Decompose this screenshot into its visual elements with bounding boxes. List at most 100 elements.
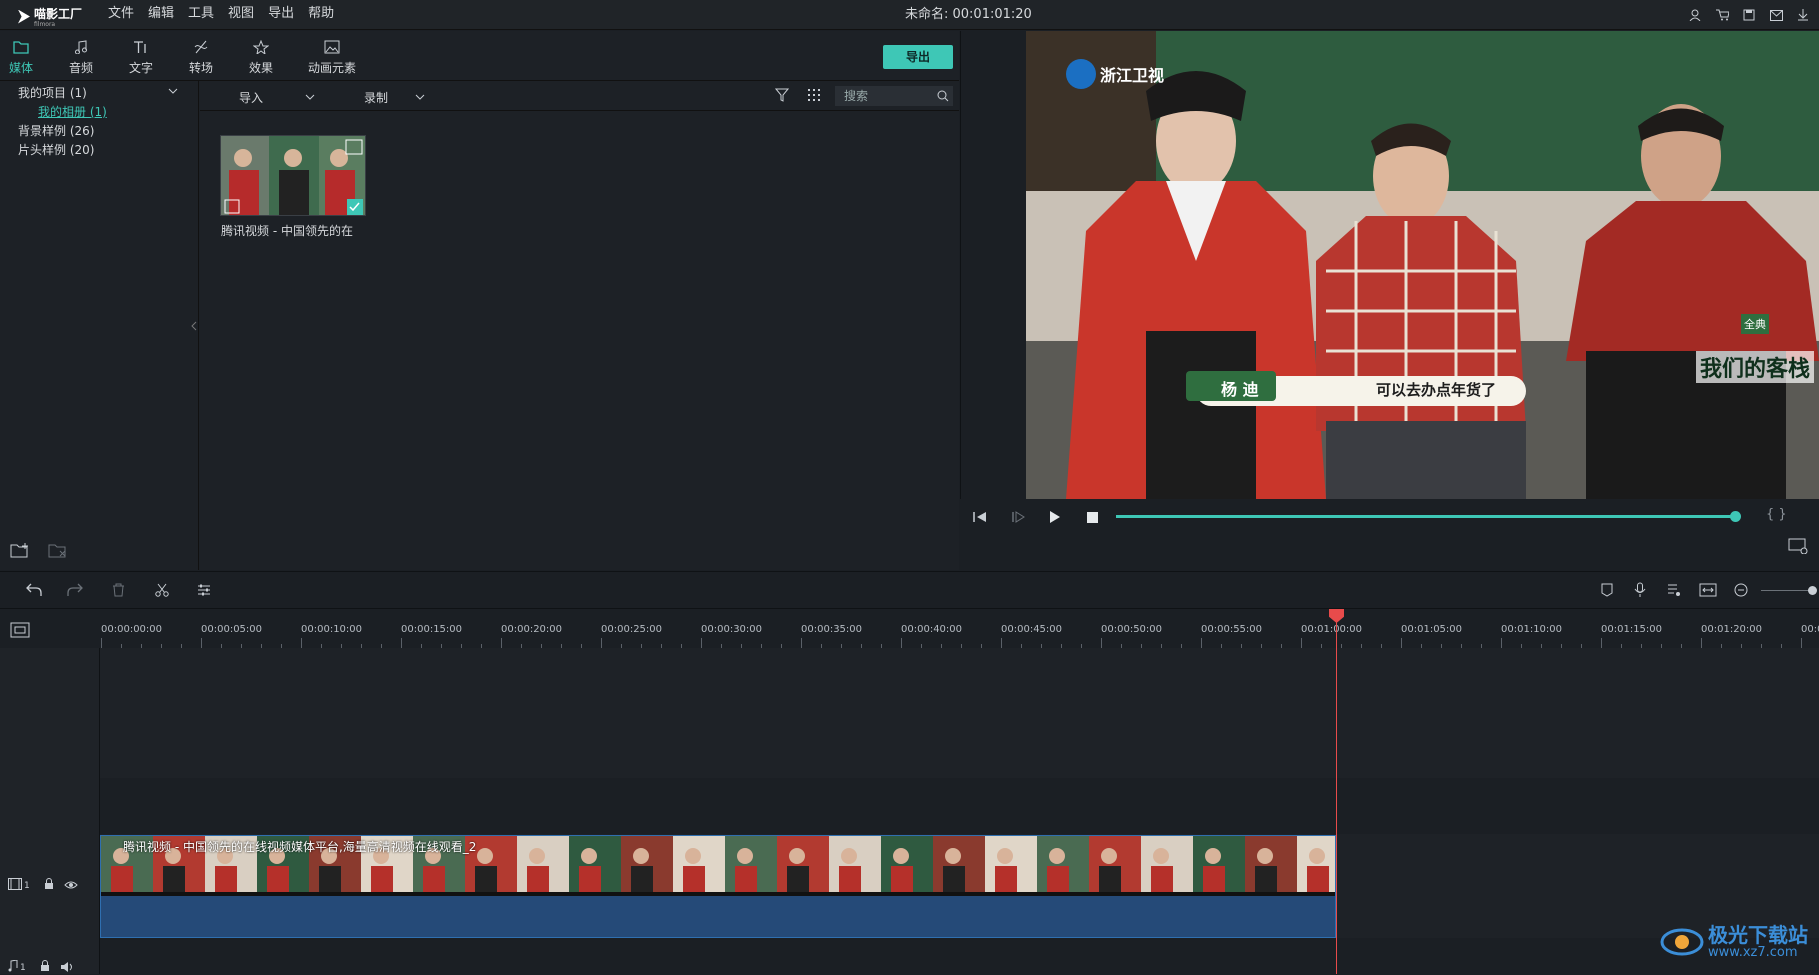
zoom-out-icon[interactable] [1734, 583, 1748, 600]
ruler-tick-label: 00:00:30:00 [701, 624, 763, 635]
record-dropdown-icon[interactable] [415, 90, 425, 104]
clip-frame-body [839, 866, 861, 892]
download-icon[interactable] [1795, 7, 1811, 23]
media-thumbnail[interactable] [220, 135, 366, 216]
ruler-tick-label: 00:00:45:00 [1001, 624, 1063, 635]
search-input[interactable]: 搜索 [835, 86, 953, 106]
lock-icon[interactable] [44, 878, 54, 893]
eye-icon[interactable] [64, 879, 78, 893]
undo-icon[interactable] [26, 583, 42, 600]
folder-icon [13, 37, 29, 57]
tab-text[interactable]: 文字 [126, 31, 156, 81]
menu-help[interactable]: 帮助 [308, 0, 334, 30]
menu-tools[interactable]: 工具 [188, 0, 214, 30]
video-track-label: 1 [24, 880, 30, 891]
clip-frame-body [527, 866, 549, 892]
user-icon[interactable] [1687, 7, 1703, 23]
delete-folder-icon[interactable] [48, 542, 68, 561]
clip-frame-body [1307, 866, 1329, 892]
display-settings-icon[interactable] [1788, 538, 1808, 557]
step-forward-icon[interactable] [1010, 509, 1026, 525]
clip-frame-body [163, 866, 185, 892]
clip-frame-body [631, 866, 653, 892]
import-dropdown-icon[interactable] [305, 90, 315, 104]
ruler-tick [501, 638, 502, 648]
progress-bar[interactable] [1116, 515, 1736, 518]
ruler-tick-label: 00:01:20:00 [1701, 624, 1763, 635]
export-button[interactable]: 导出 [883, 45, 953, 69]
collapse-panel-icon[interactable] [191, 320, 197, 334]
zoom-handle[interactable] [1808, 586, 1817, 595]
effects-icon [253, 37, 269, 57]
search-icon[interactable] [937, 90, 949, 105]
clip-frame-face [997, 848, 1013, 864]
chevron-down-icon[interactable] [168, 84, 178, 98]
tab-effects[interactable]: 效果 [246, 31, 276, 81]
ruler-tick [1701, 638, 1702, 648]
clip-frame-body [1099, 866, 1121, 892]
image-icon [324, 37, 340, 57]
menu-view[interactable]: 视图 [228, 0, 254, 30]
import-button[interactable]: 导入 [239, 89, 263, 106]
progress-handle[interactable] [1730, 511, 1741, 522]
tab-transition[interactable]: 转场 [186, 31, 216, 81]
logo-icon [18, 9, 30, 24]
clip-frame-body [475, 866, 497, 892]
menu-export[interactable]: 导出 [268, 0, 294, 30]
ruler-tick [1801, 638, 1802, 648]
record-button[interactable]: 录制 [364, 89, 388, 106]
microphone-icon[interactable] [1634, 582, 1646, 601]
ruler-tick-label: 00:00:00:00 [101, 624, 163, 635]
marker-icon[interactable] [1601, 583, 1613, 600]
tab-audio-label: 音频 [68, 60, 93, 75]
grid-view-icon[interactable] [807, 88, 821, 105]
mark-in-out-icon[interactable]: { } [1766, 507, 1787, 522]
zoom-slider[interactable] [1761, 590, 1811, 591]
ruler-tick [601, 638, 602, 648]
clip-frame-body [735, 866, 757, 892]
watermark-logo-icon [1660, 922, 1704, 961]
tab-audio[interactable]: 音频 [66, 31, 96, 81]
ruler-tick-label: 00:00:35:00 [801, 624, 863, 635]
ruler-tick-label: 00:00:10:00 [301, 624, 363, 635]
clip-frame-body [943, 866, 965, 892]
clip-frame-body [995, 866, 1017, 892]
new-folder-icon[interactable] [10, 542, 30, 561]
ruler-tick [1601, 638, 1602, 648]
mail-icon[interactable] [1768, 7, 1784, 23]
tab-elements[interactable]: 动画元素 [302, 31, 362, 81]
audio-track-header: 1 [8, 959, 74, 975]
tree-item-my-project[interactable]: 我的项目 (1) [18, 84, 87, 101]
menu-file[interactable]: 文件 [108, 0, 134, 30]
ruler-ticks: 00:00:00:00 00:00:05:00 00:00:10:00 00:00:1… [0, 610, 1819, 648]
voiceover-icon[interactable] [1667, 583, 1681, 600]
menu-edit[interactable]: 编辑 [148, 0, 174, 30]
tree-item-my-album[interactable]: 我的相册 (1) [38, 103, 107, 120]
tree-item-intro[interactable]: 片头样例 (20) [18, 141, 94, 158]
watermark-name: 极光下载站 [1708, 922, 1808, 947]
cart-icon[interactable] [1714, 7, 1730, 23]
delete-icon[interactable] [112, 583, 125, 600]
clip-frame-body [423, 866, 445, 892]
video-clip[interactable]: 腾讯视频 - 中国领先的在线视频媒体平台,海量高清视频在线观看_2 [100, 835, 1336, 938]
time-ruler[interactable]: 00:00:00:00 00:00:05:00 00:00:10:00 00:00:1… [0, 610, 1819, 648]
show-badge: 全典 [1741, 314, 1769, 334]
save-icon[interactable] [1741, 7, 1757, 23]
ruler-tick-label: 00:00:20:00 [501, 624, 563, 635]
cut-icon[interactable] [155, 583, 169, 600]
play-icon[interactable] [1047, 509, 1063, 525]
step-back-icon[interactable] [972, 509, 988, 525]
stop-icon[interactable] [1084, 509, 1100, 525]
ruler-tick [301, 638, 302, 648]
adjust-icon[interactable] [197, 583, 211, 600]
speaker-icon[interactable] [60, 961, 74, 975]
tab-media[interactable]: 媒体 [6, 31, 36, 81]
tree-item-background[interactable]: 背景样例 (26) [18, 122, 94, 139]
clip-frame-face [841, 848, 857, 864]
name-tag: 杨 迪 [1221, 380, 1259, 399]
fit-timeline-icon[interactable] [1699, 583, 1717, 600]
audio-lock-icon[interactable] [40, 960, 50, 975]
filter-icon[interactable] [774, 88, 790, 105]
redo-icon[interactable] [67, 583, 83, 600]
clip-frame-face [1309, 848, 1325, 864]
